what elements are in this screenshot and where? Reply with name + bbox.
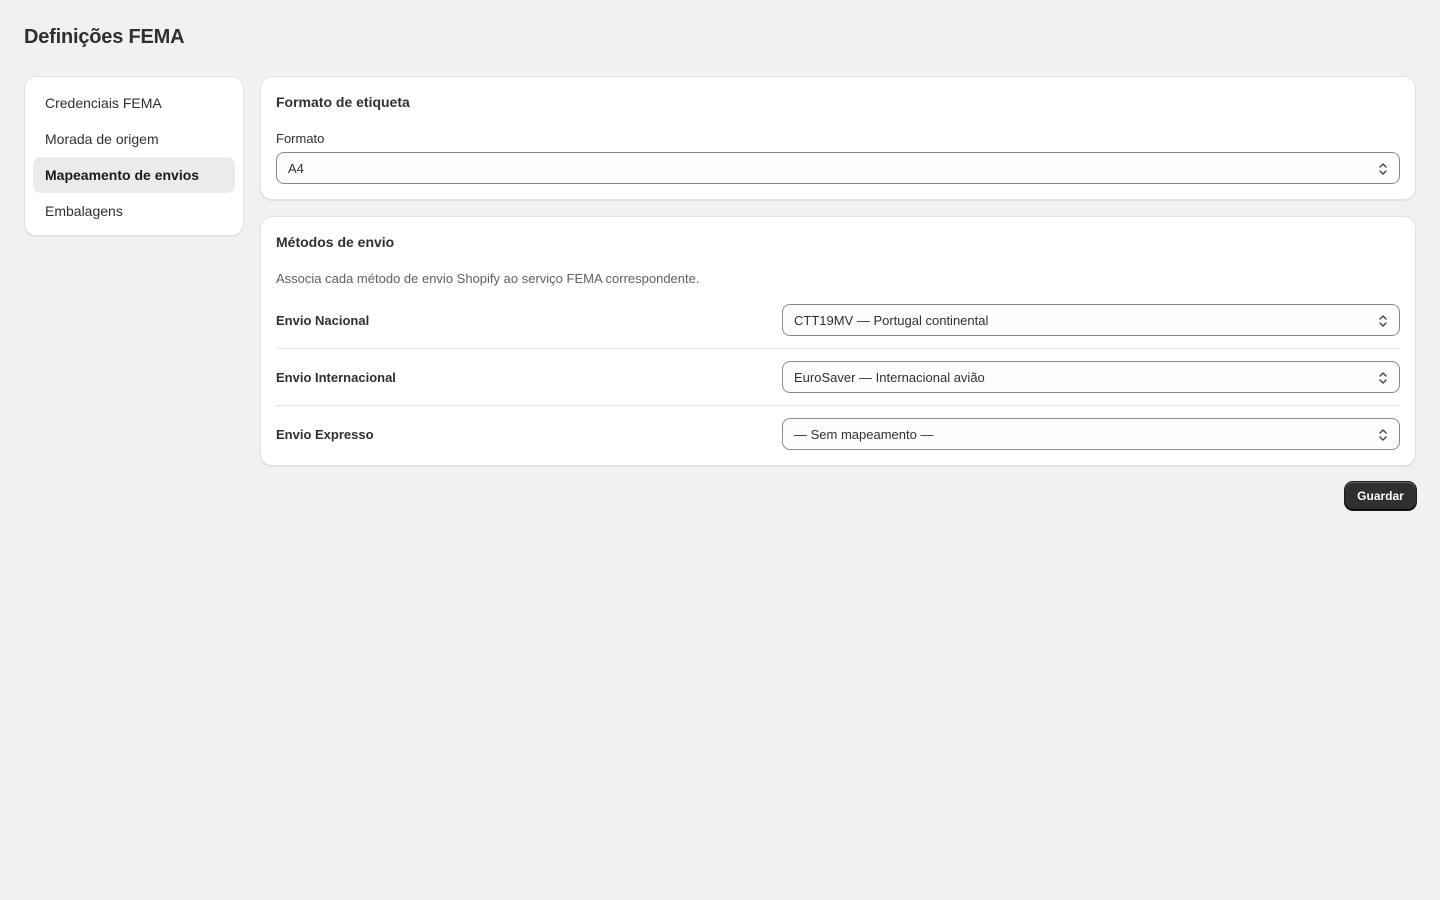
nav-item-label: Mapeamento de envios — [45, 167, 200, 183]
row-divider — [276, 348, 1400, 349]
method-row-label: Envio Nacional — [276, 313, 370, 328]
format-field-label: Formato — [276, 131, 325, 146]
nav-item-shipping-mapping[interactable]: Mapeamento de envios — [33, 157, 235, 193]
select-value: A4 — [288, 160, 304, 176]
chevron-up-down-icon — [1379, 372, 1387, 384]
chevron-up-down-icon — [1379, 429, 1387, 441]
nav-item-label: Credenciais FEMA — [45, 95, 162, 111]
method-select-international[interactable]: EuroSaver — Internacional avião — [782, 361, 1400, 393]
nav-item-origin-address[interactable]: Morada de origem — [33, 121, 235, 157]
select-value: EuroSaver — Internacional avião — [794, 369, 985, 385]
select-value: — Sem mapeamento — — [794, 426, 934, 442]
select-value: CTT19MV — Portugal continental — [794, 312, 989, 328]
method-select-national[interactable]: CTT19MV — Portugal continental — [782, 304, 1400, 336]
nav-item-credentials[interactable]: Credenciais FEMA — [33, 85, 235, 121]
chevron-up-down-icon — [1379, 315, 1387, 327]
label-format-card: Formato de etiqueta Formato A4 — [260, 76, 1416, 200]
nav-item-label: Morada de origem — [45, 131, 159, 147]
nav-item-label: Embalagens — [45, 203, 123, 219]
format-select[interactable]: A4 — [276, 152, 1400, 184]
settings-nav: Credenciais FEMA Morada de origem Mapeam… — [24, 76, 244, 236]
card-title: Formato de etiqueta — [276, 94, 410, 110]
card-title: Métodos de envio — [276, 234, 395, 250]
page-title: Definições FEMA — [24, 26, 185, 48]
method-select-express[interactable]: — Sem mapeamento — — [782, 418, 1400, 450]
chevron-up-down-icon — [1379, 163, 1387, 175]
card-description: Associa cada método de envio Shopify ao … — [276, 271, 700, 286]
method-row-label: Envio Internacional — [276, 370, 396, 385]
method-row-label: Envio Expresso — [276, 427, 374, 442]
save-button[interactable]: Guardar — [1345, 482, 1416, 510]
row-divider — [276, 405, 1400, 406]
shipping-methods-card: Métodos de envio Associa cada método de … — [260, 216, 1416, 466]
nav-item-packaging[interactable]: Embalagens — [33, 193, 235, 229]
